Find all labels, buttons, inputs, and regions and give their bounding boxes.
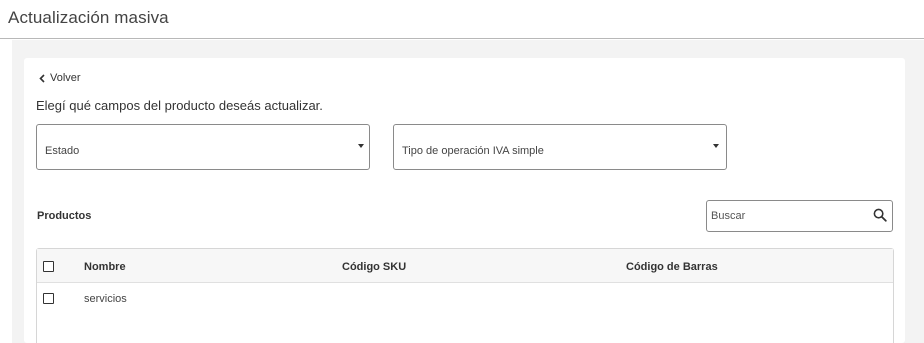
table-row[interactable]: servicios <box>37 283 893 313</box>
column-header-name[interactable]: Nombre <box>84 261 126 273</box>
products-table: Nombre Código SKU Código de Barras servi… <box>36 248 894 343</box>
column-header-sku[interactable]: Código SKU <box>342 261 406 273</box>
estado-select[interactable]: Estado <box>36 124 370 170</box>
search-box <box>706 200 893 232</box>
row-checkbox[interactable] <box>43 293 54 304</box>
estado-select-label: Estado <box>45 145 80 157</box>
caret-down-icon <box>713 144 719 148</box>
products-section-title: Productos <box>37 210 92 222</box>
caret-down-icon <box>358 144 364 148</box>
bulk-update-card: Volver Elegí qué campos del producto des… <box>24 58 905 343</box>
select-all-checkbox[interactable] <box>43 261 54 272</box>
tipo-operacion-iva-select[interactable]: Tipo de operación IVA simple <box>393 124 727 170</box>
page-header: Actualización masiva <box>0 0 924 39</box>
product-name-cell: servicios <box>84 293 127 305</box>
search-input[interactable] <box>711 208 861 224</box>
page-title: Actualización masiva <box>8 8 169 27</box>
column-header-barcode[interactable]: Código de Barras <box>626 261 718 273</box>
search-icon[interactable] <box>873 208 887 222</box>
tipo-operacion-iva-select-label: Tipo de operación IVA simple <box>402 145 544 157</box>
back-link-label: Volver <box>50 72 81 84</box>
back-link[interactable]: Volver <box>39 72 81 84</box>
instructions-text: Elegí qué campos del producto deseás act… <box>36 98 323 113</box>
chevron-left-icon <box>39 73 45 83</box>
table-header-row: Nombre Código SKU Código de Barras <box>37 249 893 283</box>
